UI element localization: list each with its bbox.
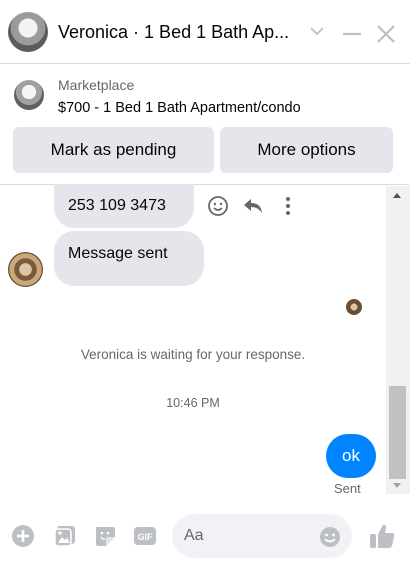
scrollbar-thumb[interactable] (389, 386, 406, 479)
sender-avatar[interactable] (8, 252, 43, 287)
message-bubble-outgoing[interactable]: ok (326, 434, 376, 478)
emoji-icon[interactable] (319, 526, 341, 548)
chevron-down-icon[interactable] (308, 22, 326, 40)
minimize-icon[interactable] (340, 22, 364, 46)
react-icon[interactable] (207, 195, 229, 217)
gif-icon-label: GIF (138, 532, 154, 542)
photo-icon[interactable] (53, 524, 77, 548)
sent-status: Sent (334, 481, 361, 496)
chat-title[interactable]: Veronica · 1 Bed 1 Bath Ap... (58, 22, 289, 43)
more-options-button[interactable]: More options (220, 127, 393, 173)
gif-icon[interactable]: GIF (133, 524, 157, 548)
listing-thumbnail[interactable] (14, 80, 44, 110)
like-icon[interactable] (368, 522, 396, 550)
sticker-icon[interactable] (93, 524, 117, 548)
message-bubble-incoming[interactable]: Message sent (54, 231, 204, 286)
plus-icon[interactable] (11, 524, 35, 548)
message-bubble-incoming[interactable]: 253 109 3473 (54, 184, 194, 228)
message-input[interactable] (184, 524, 314, 548)
reply-icon[interactable] (242, 195, 264, 217)
seen-indicator-avatar (346, 299, 362, 315)
scroll-up-arrow[interactable] (393, 193, 401, 198)
more-icon[interactable] (280, 195, 296, 217)
scroll-down-arrow[interactable] (393, 483, 401, 488)
listing-title[interactable]: $700 - 1 Bed 1 Bath Apartment/condo (58, 100, 301, 116)
mark-as-pending-button[interactable]: Mark as pending (13, 127, 214, 173)
close-icon[interactable] (374, 22, 398, 46)
contact-avatar[interactable] (8, 12, 48, 52)
message-timestamp: 10:46 PM (166, 396, 220, 410)
waiting-status-text: Veronica is waiting for your response. (80, 347, 306, 362)
marketplace-label: Marketplace (58, 77, 135, 93)
